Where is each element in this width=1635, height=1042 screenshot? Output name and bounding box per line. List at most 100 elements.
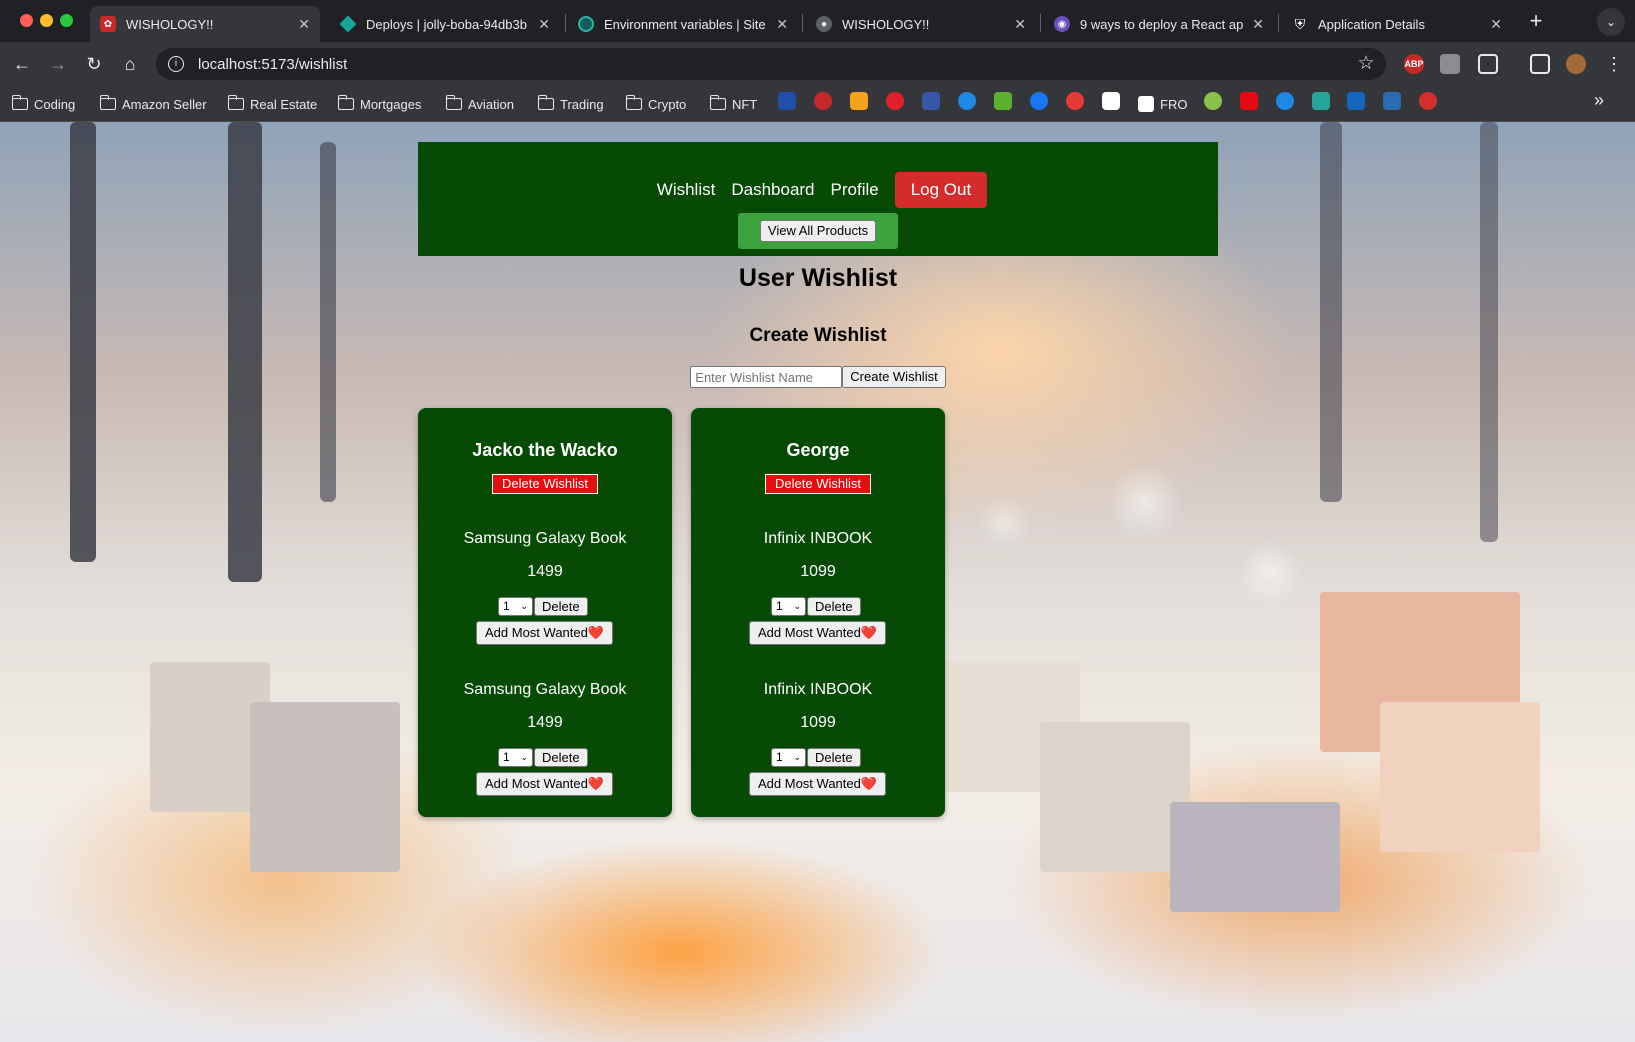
home-icon[interactable]: ⌂ <box>116 50 144 78</box>
nav-profile-link[interactable]: Profile <box>831 180 879 200</box>
extension-icon[interactable] <box>1440 54 1460 74</box>
delete-wishlist-button[interactable]: Delete Wishlist <box>765 474 871 494</box>
gift-box <box>1040 722 1190 872</box>
bookmark-folder-coding[interactable]: Coding <box>11 94 75 114</box>
quantity-select[interactable]: 1 ⌄ <box>498 748 533 767</box>
add-most-wanted-button[interactable]: Add Most Wanted❤️ <box>476 772 614 796</box>
bookmark-site-icon[interactable] <box>1204 92 1222 110</box>
bookmark-site-icon[interactable] <box>1419 92 1437 110</box>
bookmark-site-icon[interactable] <box>1347 92 1365 110</box>
close-tab-icon[interactable]: ✕ <box>776 16 788 33</box>
tab-title: Environment variables | Site c <box>604 16 769 32</box>
create-wishlist-button[interactable]: Create Wishlist <box>842 366 946 388</box>
address-bar[interactable]: i localhost:5173/wishlist <box>156 48 1386 80</box>
bookmark-label: FRO <box>1160 96 1188 112</box>
bookmark-folder-real-estate[interactable]: Real Estate <box>227 94 317 114</box>
bookmark-site-icon[interactable] <box>814 92 832 110</box>
tab-title: WISHOLOGY!! <box>126 16 214 32</box>
minimize-window-button[interactable] <box>40 14 53 27</box>
chevron-down-icon: ⌄ <box>793 601 801 611</box>
close-tab-icon[interactable]: ✕ <box>1490 16 1502 33</box>
more-bookmarks-icon[interactable]: » <box>1594 90 1604 111</box>
browser-tab-application-details[interactable]: ⛨ Application Details ✕ <box>1282 6 1512 42</box>
facebook-icon[interactable] <box>1030 92 1048 110</box>
browser-tab-env-vars[interactable]: Environment variables | Site c ✕ <box>568 6 798 42</box>
browser-tab-react-deploy[interactable]: ◉ 9 ways to deploy a React app ✕ <box>1044 6 1274 42</box>
site-info-icon[interactable]: i <box>168 56 184 72</box>
quantity-select[interactable]: 1 ⌄ <box>771 597 806 616</box>
bookmark-site-icon[interactable] <box>850 92 868 110</box>
folder-icon <box>227 95 244 110</box>
quantity-select[interactable]: 1 ⌄ <box>771 748 806 767</box>
add-most-wanted-button[interactable]: Add Most Wanted❤️ <box>749 621 887 645</box>
bookmark-site-icon[interactable] <box>1276 92 1294 110</box>
close-window-button[interactable] <box>20 14 33 27</box>
browser-tab-wishology-2[interactable]: ● WISHOLOGY!! ✕ <box>806 6 1036 42</box>
bookmark-label: Aviation <box>468 96 515 112</box>
delete-item-button[interactable]: Delete <box>807 597 861 616</box>
browser-tab-wishology[interactable]: ✿ WISHOLOGY!! ✕ <box>90 6 320 42</box>
delete-wishlist-button[interactable]: Delete Wishlist <box>492 474 598 494</box>
add-most-wanted-button[interactable]: Add Most Wanted❤️ <box>749 772 887 796</box>
nav-dashboard-link[interactable]: Dashboard <box>731 180 814 200</box>
bookmark-site-icon[interactable] <box>778 92 796 110</box>
bookmark-folder-mortgages[interactable]: Mortgages <box>337 94 421 114</box>
delete-item-button[interactable]: Delete <box>534 748 588 767</box>
background-tree <box>70 122 96 562</box>
close-tab-icon[interactable]: ✕ <box>1014 16 1026 33</box>
browser-toolbar: ← → ↻ ⌂ i localhost:5173/wishlist ☆ ABP … <box>0 42 1635 86</box>
adblock-extension-icon[interactable]: ABP <box>1404 54 1424 74</box>
bookmark-label: Trading <box>560 96 604 112</box>
delete-item-button[interactable]: Delete <box>807 748 861 767</box>
bookmark-site-icon[interactable] <box>994 92 1012 110</box>
bookmark-folder-aviation[interactable]: Aviation <box>445 94 515 114</box>
most-wanted-label: Add Most Wanted <box>485 776 588 791</box>
extensions-puzzle-icon[interactable] <box>1478 54 1498 74</box>
new-tab-button[interactable]: + <box>1522 8 1550 36</box>
tab-search-button[interactable]: ⌄ <box>1597 8 1625 36</box>
side-panel-icon[interactable] <box>1530 54 1550 74</box>
bookmark-site-icon[interactable] <box>1312 92 1330 110</box>
bookmark-site-icon[interactable] <box>922 92 940 110</box>
delete-item-button[interactable]: Delete <box>534 597 588 616</box>
bookmark-fro[interactable]: FRO <box>1138 94 1187 114</box>
fro-site-icon <box>1138 96 1154 112</box>
bookmark-site-icon[interactable] <box>1383 92 1401 110</box>
nav-wishlist-link[interactable]: Wishlist <box>657 180 716 200</box>
profile-avatar[interactable] <box>1566 54 1586 74</box>
wishlist-item: Infinix INBOOK 1099 1 ⌄ Delete Add Most W… <box>691 681 945 821</box>
bookmark-site-icon[interactable] <box>1066 92 1084 110</box>
close-tab-icon[interactable]: ✕ <box>1252 16 1264 33</box>
reload-icon[interactable]: ↻ <box>80 50 108 78</box>
browser-tab-deploys[interactable]: Deploys | jolly-boba-94db3b ✕ <box>330 6 560 42</box>
logout-button[interactable]: Log Out <box>894 172 988 208</box>
article-favicon-icon: ◉ <box>1054 16 1070 32</box>
maximize-window-button[interactable] <box>60 14 73 27</box>
add-most-wanted-button[interactable]: Add Most Wanted❤️ <box>476 621 614 645</box>
background-tree <box>228 122 262 582</box>
browser-menu-icon[interactable]: ⋮ <box>1600 50 1628 78</box>
bookmark-folder-trading[interactable]: Trading <box>537 94 604 114</box>
background-tree <box>1480 122 1498 542</box>
close-tab-icon[interactable]: ✕ <box>298 16 310 33</box>
tab-title: 9 ways to deploy a React app <box>1080 16 1245 32</box>
product-price: 1499 <box>527 714 563 731</box>
bookmark-site-icon[interactable] <box>958 92 976 110</box>
bookmark-site-icon[interactable] <box>886 92 904 110</box>
bookmark-star-icon[interactable]: ☆ <box>1352 50 1380 78</box>
back-arrow-icon[interactable]: ← <box>8 50 36 78</box>
bookmark-folder-amazon-seller[interactable]: Amazon Seller <box>99 94 207 114</box>
wishlist-name: Jacko the Wacko <box>472 440 618 460</box>
netflix-icon[interactable] <box>1240 92 1258 110</box>
quantity-select[interactable]: 1 ⌄ <box>498 597 533 616</box>
view-all-products-button[interactable]: View All Products <box>759 220 877 242</box>
close-tab-icon[interactable]: ✕ <box>538 16 550 33</box>
wishlist-name-input[interactable] <box>690 366 843 388</box>
amazon-icon[interactable] <box>1102 92 1120 110</box>
quantity-value: 1 <box>776 599 783 613</box>
forward-arrow-icon[interactable]: → <box>44 50 72 78</box>
folder-icon <box>537 95 554 110</box>
wishology-favicon-icon: ✿ <box>100 16 116 32</box>
bookmark-folder-crypto[interactable]: Crypto <box>625 94 686 114</box>
bookmark-folder-nft[interactable]: NFT <box>709 94 757 114</box>
